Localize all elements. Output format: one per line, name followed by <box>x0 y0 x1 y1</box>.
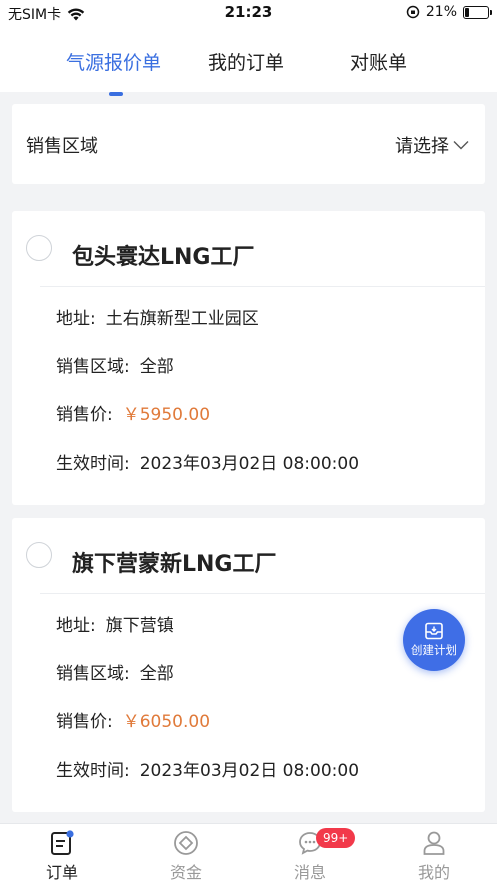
region-filter[interactable]: 销售区域 请选择 <box>12 104 485 184</box>
battery-icon <box>463 5 492 19</box>
address-value: 旗下营镇 <box>105 616 174 636</box>
factory-card[interactable]: 包头寰达LNG工厂 地址: 土右旗新型工业园区 销售区域: 全部 销售价: ￥5950… <box>12 211 485 505</box>
nav-orders-label: 订单 <box>45 863 78 882</box>
address-row: 地址: 土右旗新型工业园区 <box>56 304 259 329</box>
region-label: 销售区域: <box>56 357 130 377</box>
price-row: 销售价: ￥6050.00 <box>56 707 210 732</box>
battery-level <box>465 7 469 17</box>
factory-card[interactable]: 旗下营蒙新LNG工厂 地址: 旗下营镇 销售区域: 全部 销售价: ￥6050.00 … <box>12 518 485 812</box>
status-right: 21% <box>406 4 492 20</box>
create-plan-button[interactable]: 创建计划 <box>403 609 465 671</box>
tab-statements[interactable]: 对账单 <box>350 48 407 75</box>
price-value: ￥6050.00 <box>122 712 211 732</box>
select-radio[interactable] <box>26 542 52 568</box>
message-badge: 99+ <box>316 828 356 848</box>
region-filter-label: 销售区域 <box>26 136 98 157</box>
factory-name: 包头寰达LNG工厂 <box>72 245 255 270</box>
region-value: 全部 <box>139 357 174 377</box>
region-label: 销售区域: <box>56 664 130 684</box>
create-plan-icon <box>425 622 443 640</box>
price-label: 销售价: <box>56 712 113 732</box>
nav-orders[interactable]: 订单 <box>0 824 124 884</box>
price-row: 销售价: ￥5950.00 <box>56 400 210 425</box>
nav-funds[interactable]: 资金 <box>124 824 248 884</box>
orientation-lock-icon <box>406 5 420 19</box>
price-label: 销售价: <box>56 405 113 425</box>
region-value: 全部 <box>139 664 174 684</box>
tab-my-orders[interactable]: 我的订单 <box>208 48 284 75</box>
factory-name: 旗下营蒙新LNG工厂 <box>72 552 277 577</box>
divider <box>40 286 485 287</box>
effective-time-label: 生效时间: <box>56 454 130 474</box>
nav-profile-label: 我的 <box>417 863 450 882</box>
battery-percent: 21% <box>425 4 457 20</box>
address-label: 地址: <box>56 616 96 636</box>
effective-time-label: 生效时间: <box>56 761 130 781</box>
order-icon <box>51 830 74 855</box>
effective-time-value: 2023年03月02日 08:00:00 <box>139 454 360 474</box>
effective-time-value: 2023年03月02日 08:00:00 <box>139 761 360 781</box>
effective-time-row: 生效时间: 2023年03月02日 08:00:00 <box>56 756 359 781</box>
address-label: 地址: <box>56 309 96 329</box>
active-tab-indicator <box>109 92 123 96</box>
nav-messages[interactable]: 99+ 消息 <box>248 824 372 884</box>
region-row: 销售区域: 全部 <box>56 352 174 377</box>
divider <box>40 593 485 594</box>
tab-quotation[interactable]: 气源报价单 <box>66 48 161 75</box>
chevron-down-icon <box>453 141 469 150</box>
status-bar: 无SIM卡 21:23 21% <box>0 0 497 26</box>
nav-profile[interactable]: 我的 <box>372 824 496 884</box>
select-radio[interactable] <box>26 235 52 261</box>
nav-messages-label: 消息 <box>293 863 326 882</box>
address-row: 地址: 旗下营镇 <box>56 611 174 636</box>
region-select-value: 请选择 <box>395 136 449 157</box>
bottom-nav: 订单 资金 99+ 消息 我的 <box>0 823 497 884</box>
create-plan-label: 创建计划 <box>411 643 457 657</box>
profile-icon <box>423 831 445 855</box>
region-row: 销售区域: 全部 <box>56 659 174 684</box>
address-value: 土右旗新型工业园区 <box>105 309 259 329</box>
top-tabs: 气源报价单 我的订单 对账单 <box>0 26 497 96</box>
effective-time-row: 生效时间: 2023年03月02日 08:00:00 <box>56 449 359 474</box>
price-value: ￥5950.00 <box>122 405 211 425</box>
fund-icon <box>174 831 198 855</box>
nav-funds-label: 资金 <box>169 863 202 882</box>
region-select[interactable]: 请选择 <box>395 132 469 158</box>
